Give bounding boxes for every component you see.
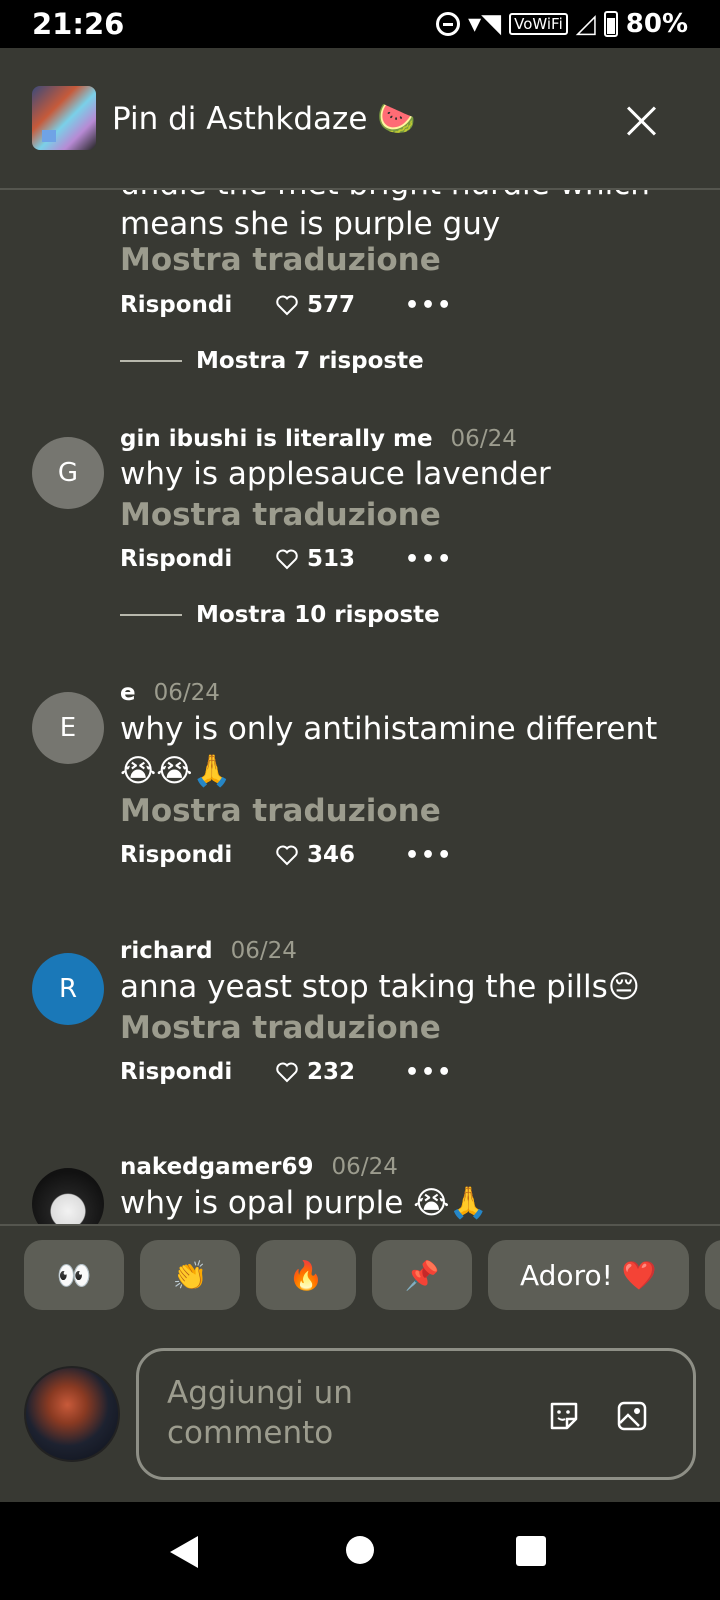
show-replies-link[interactable]: Mostra 10 risposte: [120, 602, 440, 628]
comment-author[interactable]: richard: [120, 938, 213, 964]
battery-level: 80%: [625, 9, 688, 39]
status-bar: 21:26 ▾◥ VoWiFi ◿ 80%: [0, 0, 720, 48]
pin-thumbnail[interactable]: [32, 86, 96, 150]
show-translation-link[interactable]: Mostra traduzione: [120, 1010, 441, 1046]
heart-icon: [276, 549, 298, 570]
signal-icon: ◿: [575, 9, 596, 39]
comment-date: 06/24: [450, 426, 517, 452]
comment-author[interactable]: e: [120, 680, 136, 706]
reply-button[interactable]: Rispondi: [120, 1059, 275, 1085]
like-count: 513: [307, 546, 356, 572]
like-count: 232: [307, 1059, 356, 1085]
like-button[interactable]: 346: [275, 842, 405, 868]
close-icon[interactable]: [626, 105, 656, 135]
comment-meta: gin ibushi is literally me 06/24: [120, 426, 517, 452]
show-replies-link[interactable]: Mostra 7 risposte: [120, 348, 424, 374]
avatar-initial: G: [57, 458, 79, 488]
comment-date: 06/24: [230, 938, 297, 964]
reaction-clap-button[interactable]: 👏: [140, 1240, 240, 1310]
more-options-icon[interactable]: •••: [405, 293, 453, 318]
show-translation-link[interactable]: Mostra traduzione: [120, 242, 441, 278]
reaction-fire-button[interactable]: 🔥: [256, 1240, 356, 1310]
comment-actions: Rispondi 346 •••: [120, 842, 453, 868]
avatar-initial: R: [58, 974, 78, 1004]
reaction-more-button[interactable]: [704, 1240, 720, 1310]
heart-icon: [276, 845, 298, 866]
home-icon[interactable]: [346, 1536, 374, 1564]
more-options-icon[interactable]: •••: [405, 547, 453, 572]
comment-text: anna yeast stop taking the pills😔: [120, 969, 641, 1005]
show-replies-label: Mostra 7 risposte: [196, 348, 424, 374]
wifi-icon: ▾◥: [468, 9, 502, 39]
reply-button[interactable]: Rispondi: [120, 842, 275, 868]
avatar-initial: E: [59, 713, 77, 743]
comment-text: why is opal purple 😭🙏: [120, 1185, 489, 1221]
heart-icon: [276, 1062, 298, 1083]
divider-line: [120, 614, 182, 616]
comment-text: why is applesauce lavender: [120, 456, 551, 492]
comments-header: Pin di Asthkdaze 🍉: [0, 48, 720, 190]
reaction-eyes-button[interactable]: 👀: [24, 1240, 124, 1310]
vowifi-badge: VoWiFi: [509, 13, 568, 35]
comment-text: why is only antihistamine different 😭😭🙏: [120, 711, 658, 789]
comment-date: 06/24: [153, 680, 220, 706]
recents-icon[interactable]: [516, 1536, 546, 1566]
like-button[interactable]: 232: [275, 1059, 405, 1085]
comment-text-partial: undie the met bright hurdle which: [120, 190, 650, 202]
do-not-disturb-icon: [436, 12, 461, 36]
avatar[interactable]: [32, 1168, 104, 1224]
comment-placeholder: Aggiungi un commento: [167, 1375, 353, 1451]
avatar[interactable]: E: [32, 692, 104, 764]
comment-actions: Rispondi 577 •••: [120, 292, 453, 318]
reply-button[interactable]: Rispondi: [120, 546, 275, 572]
image-icon[interactable]: [615, 1399, 649, 1433]
comment-date: 06/24: [331, 1154, 398, 1180]
status-icons: ▾◥ VoWiFi ◿ 80%: [436, 9, 688, 39]
comment-actions: Rispondi 513 •••: [120, 546, 453, 572]
more-options-icon[interactable]: •••: [405, 1060, 453, 1085]
reaction-pin-button[interactable]: 📌: [372, 1240, 472, 1310]
avatar[interactable]: R: [32, 953, 104, 1025]
comment-author[interactable]: nakedgamer69: [120, 1154, 314, 1180]
divider-line: [120, 360, 182, 362]
battery-icon: [603, 11, 618, 37]
more-options-icon[interactable]: •••: [405, 843, 453, 868]
like-button[interactable]: 513: [275, 546, 405, 572]
quick-reactions-bar: 👀 👏 🔥 📌 Adoro! ❤️: [0, 1224, 720, 1324]
system-nav-bar: [0, 1502, 720, 1600]
comment-author[interactable]: gin ibushi is literally me: [120, 426, 433, 452]
like-count: 346: [307, 842, 356, 868]
comments-list[interactable]: undie the met bright hurdle which means …: [0, 190, 720, 1224]
reply-button[interactable]: Rispondi: [120, 292, 275, 318]
avatar[interactable]: G: [32, 437, 104, 509]
comment-composer: Aggiungi un commento: [0, 1324, 720, 1502]
status-time: 21:26: [32, 7, 125, 41]
comment-meta: e 06/24: [120, 680, 220, 706]
reaction-love-button[interactable]: Adoro! ❤️: [488, 1240, 689, 1310]
back-icon[interactable]: [170, 1536, 198, 1568]
my-avatar[interactable]: [24, 1366, 120, 1462]
show-translation-link[interactable]: Mostra traduzione: [120, 793, 441, 829]
like-count: 577: [307, 292, 356, 318]
like-button[interactable]: 577: [275, 292, 405, 318]
comment-meta: richard 06/24: [120, 938, 297, 964]
header-title: Pin di Asthkdaze 🍉: [112, 100, 416, 137]
show-translation-link[interactable]: Mostra traduzione: [120, 497, 441, 533]
comment-text-partial-line2: means she is purple guy: [120, 206, 501, 242]
heart-icon: [276, 295, 298, 316]
sticker-icon[interactable]: [547, 1399, 581, 1433]
comment-meta: nakedgamer69 06/24: [120, 1154, 398, 1180]
show-replies-label: Mostra 10 risposte: [196, 602, 440, 628]
comment-input[interactable]: Aggiungi un commento: [136, 1348, 696, 1480]
comment-actions: Rispondi 232 •••: [120, 1059, 453, 1085]
